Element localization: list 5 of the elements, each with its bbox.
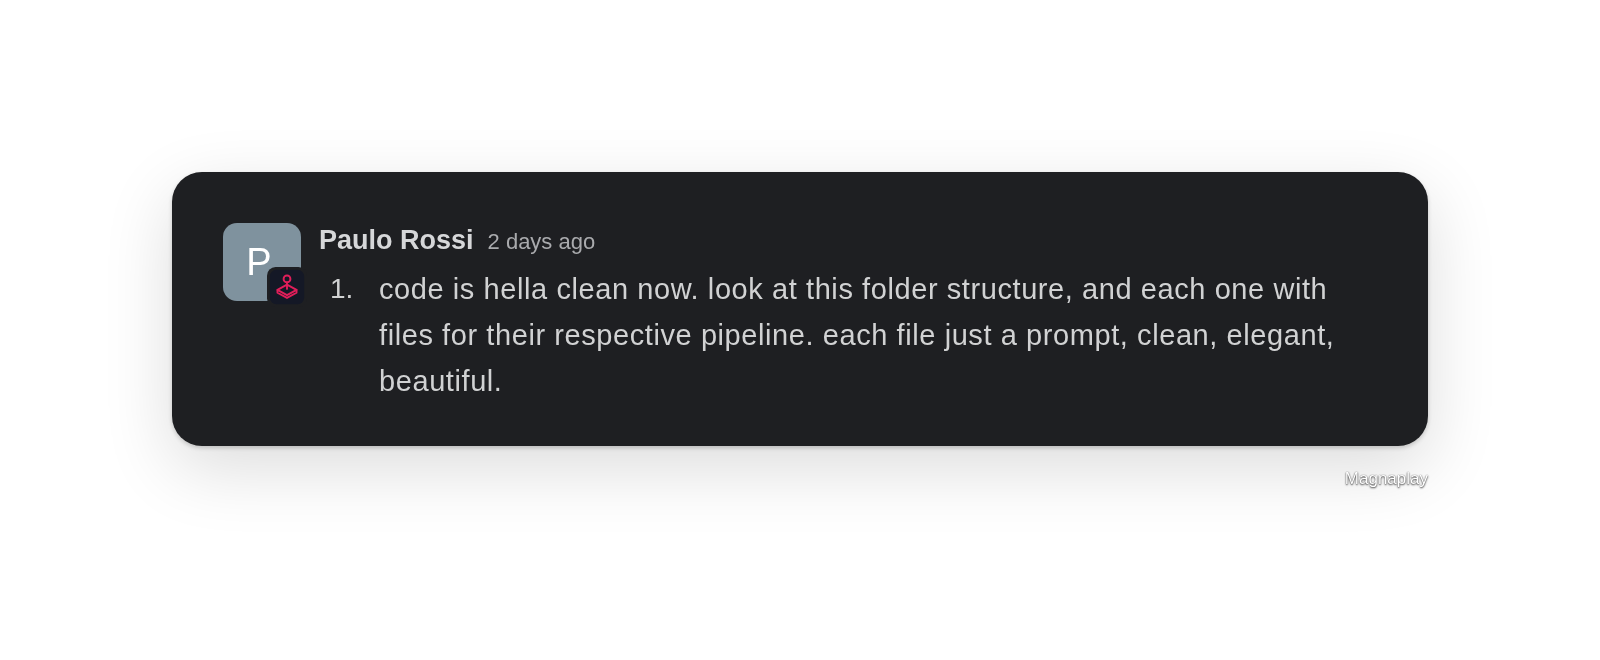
- workspace-label: Magnaplay: [1344, 468, 1428, 491]
- timestamp: 2 days ago: [487, 228, 596, 256]
- message-text: code is hella clean now. look at this folder structure, and each one with files for their respective pipeline. each file just a prompt, clean, elegant, beautiful.: [379, 272, 1336, 399]
- list-number: 1.: [329, 272, 355, 306]
- author-name[interactable]: Paulo Rossi: [319, 223, 474, 257]
